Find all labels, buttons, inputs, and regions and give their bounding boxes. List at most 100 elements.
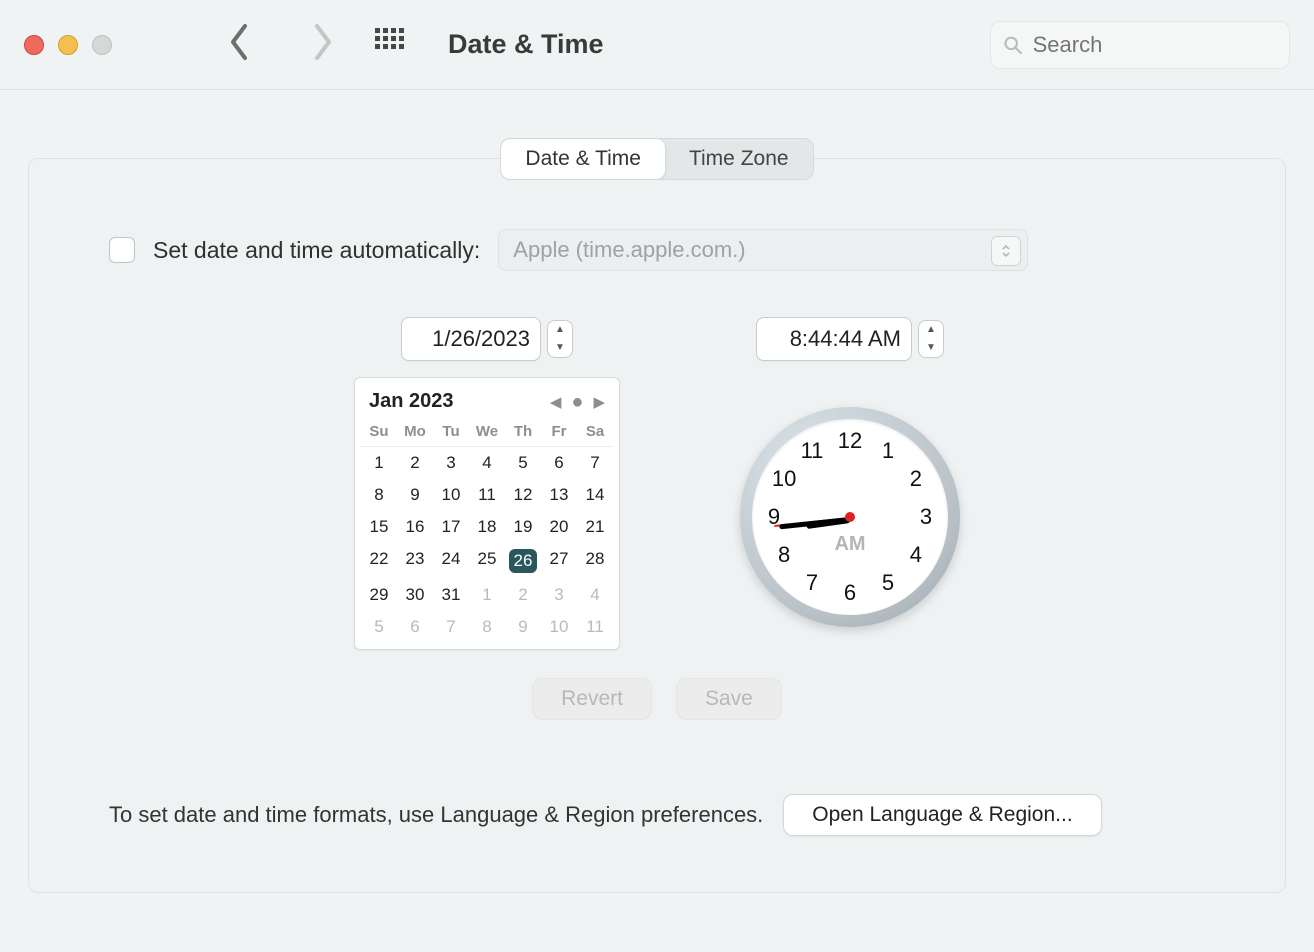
calendar-day[interactable]: 16 (397, 511, 433, 543)
calendar-dow: Fr (541, 421, 577, 447)
calendar-day[interactable]: 1 (361, 447, 397, 479)
search-input[interactable] (1033, 32, 1277, 58)
calendar-grid: SuMoTuWeThFrSa12345678910111213141516171… (361, 421, 613, 643)
calendar-day[interactable]: 27 (541, 543, 577, 579)
time-server-combobox[interactable]: Apple (time.apple.com.) (498, 229, 1028, 271)
calendar-day[interactable]: 30 (397, 579, 433, 611)
calendar-day[interactable]: 18 (469, 511, 505, 543)
clock-number: 11 (801, 438, 824, 464)
date-column: 1/26/2023 ▲ ▼ Jan 2023 ◀ ● ▶ SuMoTuWeThF… (354, 317, 620, 650)
calendar-day[interactable]: 11 (469, 479, 505, 511)
forward-button[interactable] (310, 22, 336, 67)
calendar-dow: Sa (577, 421, 613, 447)
calendar-day[interactable]: 5 (361, 611, 397, 643)
calendar-day[interactable]: 4 (469, 447, 505, 479)
calendar-day[interactable]: 7 (433, 611, 469, 643)
calendar-day[interactable]: 29 (361, 579, 397, 611)
clock-number: 12 (838, 428, 862, 454)
calendar-day[interactable]: 1 (469, 579, 505, 611)
calendar-day[interactable]: 25 (469, 543, 505, 579)
date-field-wrap: 1/26/2023 ▲ ▼ (401, 317, 573, 361)
calendar-day[interactable]: 10 (541, 611, 577, 643)
calendar-day[interactable]: 6 (397, 611, 433, 643)
calendar-day[interactable]: 26 (505, 543, 541, 579)
toolbar: Date & Time (0, 0, 1314, 90)
chevron-right-icon (310, 22, 336, 62)
time-server-value: Apple (time.apple.com.) (513, 237, 745, 263)
calendar-dow: We (469, 421, 505, 447)
calendar-day[interactable]: 24 (433, 543, 469, 579)
save-button[interactable]: Save (676, 678, 782, 720)
calendar-day[interactable]: 17 (433, 511, 469, 543)
clock-ampm-label: AM (834, 533, 865, 556)
show-all-prefs-button[interactable] (374, 27, 404, 62)
chevron-up-icon: ▲ (926, 325, 936, 335)
calendar-day[interactable]: 4 (577, 579, 613, 611)
close-window-button[interactable] (24, 35, 44, 55)
time-column: 8:44:44 AM ▲ ▼ AM 121234567891011 (740, 317, 960, 650)
minimize-window-button[interactable] (58, 35, 78, 55)
chevron-up-icon: ▲ (555, 325, 565, 335)
calendar-dow: Tu (433, 421, 469, 447)
calendar-day[interactable]: 22 (361, 543, 397, 579)
calendar-day[interactable]: 23 (397, 543, 433, 579)
calendar-nav: ◀ ● ▶ (550, 393, 605, 411)
calendar-day[interactable]: 31 (433, 579, 469, 611)
set-automatically-checkbox[interactable] (109, 237, 135, 263)
clock-number: 6 (844, 580, 856, 606)
footer-row: To set date and time formats, use Langua… (109, 794, 1205, 836)
revert-button[interactable]: Revert (532, 678, 652, 720)
columns: 1/26/2023 ▲ ▼ Jan 2023 ◀ ● ▶ SuMoTuWeThF… (109, 317, 1205, 650)
footer-text: To set date and time formats, use Langua… (109, 802, 763, 828)
calendar-day[interactable]: 6 (541, 447, 577, 479)
date-stepper[interactable]: ▲ ▼ (547, 320, 573, 358)
calendar-day[interactable]: 3 (541, 579, 577, 611)
calendar-day[interactable]: 8 (469, 611, 505, 643)
clock-number: 8 (778, 542, 790, 568)
calendar-day[interactable]: 5 (505, 447, 541, 479)
calendar-day[interactable]: 7 (577, 447, 613, 479)
clock-number: 5 (882, 570, 894, 596)
search-field[interactable] (990, 21, 1290, 69)
calendar-day[interactable]: 14 (577, 479, 613, 511)
time-field[interactable]: 8:44:44 AM (756, 317, 912, 361)
calendar-day[interactable]: 21 (577, 511, 613, 543)
calendar-prev-button[interactable]: ◀ (550, 393, 562, 411)
calendar-day[interactable]: 8 (361, 479, 397, 511)
calendar-day[interactable]: 20 (541, 511, 577, 543)
chevron-left-icon (226, 22, 252, 62)
actions-row: Revert Save (109, 678, 1205, 720)
time-field-wrap: 8:44:44 AM ▲ ▼ (756, 317, 944, 361)
nav-arrows (226, 22, 336, 67)
search-icon (1003, 34, 1023, 56)
date-field[interactable]: 1/26/2023 (401, 317, 541, 361)
calendar-day[interactable]: 19 (505, 511, 541, 543)
clock-center (845, 512, 855, 522)
updown-icon (1001, 244, 1011, 258)
calendar-day[interactable]: 2 (505, 579, 541, 611)
tab-date-time[interactable]: Date & Time (501, 139, 665, 179)
calendar-day[interactable]: 13 (541, 479, 577, 511)
open-language-region-button[interactable]: Open Language & Region... (783, 794, 1101, 836)
calendar-day[interactable]: 3 (433, 447, 469, 479)
time-stepper[interactable]: ▲ ▼ (918, 320, 944, 358)
clock-number: 1 (882, 438, 894, 464)
back-button[interactable] (226, 22, 252, 67)
calendar-day[interactable]: 28 (577, 543, 613, 579)
analog-clock[interactable]: AM 121234567891011 (740, 407, 960, 627)
calendar-day[interactable]: 15 (361, 511, 397, 543)
calendar-next-button[interactable]: ▶ (593, 393, 605, 411)
grid-icon (374, 27, 404, 57)
fullscreen-window-button[interactable] (92, 35, 112, 55)
calendar-header: Jan 2023 ◀ ● ▶ (361, 388, 613, 421)
calendar-day[interactable]: 11 (577, 611, 613, 643)
calendar-day[interactable]: 12 (505, 479, 541, 511)
calendar-month-label: Jan 2023 (369, 390, 454, 413)
auto-row: Set date and time automatically: Apple (… (109, 229, 1205, 271)
time-server-dropdown-button[interactable] (991, 236, 1021, 266)
calendar-day[interactable]: 10 (433, 479, 469, 511)
calendar-day[interactable]: 9 (397, 479, 433, 511)
calendar-day[interactable]: 2 (397, 447, 433, 479)
tab-time-zone[interactable]: Time Zone (665, 139, 813, 179)
calendar-day[interactable]: 9 (505, 611, 541, 643)
